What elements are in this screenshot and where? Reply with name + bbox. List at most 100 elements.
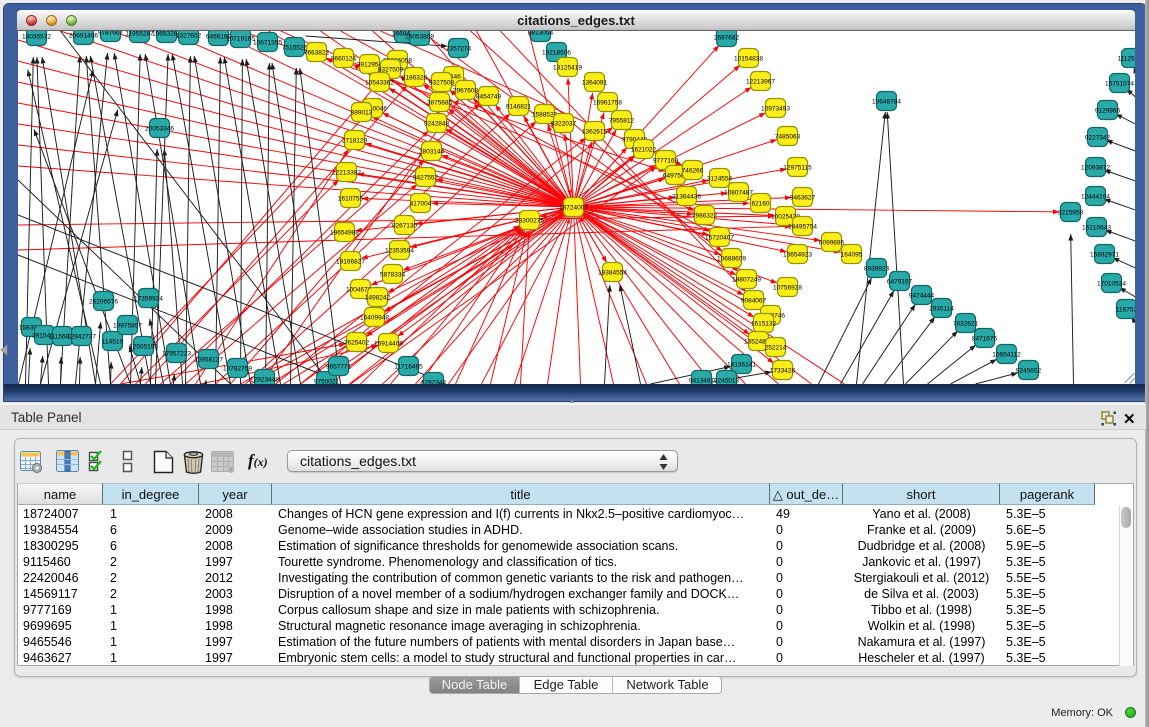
svg-text:16409948: 16409948 (360, 315, 389, 322)
svg-text:12942737: 12942737 (67, 334, 96, 341)
svg-text:2803144: 2803144 (418, 149, 444, 156)
svg-text:7357274: 7357274 (445, 46, 471, 53)
svg-text:10756928: 10756928 (773, 285, 802, 292)
svg-text:10719185: 10719185 (226, 36, 255, 43)
svg-text:8938923: 8938923 (863, 266, 889, 273)
svg-text:9474444: 9474444 (908, 293, 934, 300)
svg-text:9427552: 9427552 (412, 175, 438, 182)
svg-text:2687682: 2687682 (713, 35, 739, 42)
svg-text:16210643: 16210643 (1082, 225, 1111, 232)
svg-text:3875685: 3875685 (426, 100, 452, 107)
svg-text:15751074: 15751074 (1105, 81, 1134, 88)
svg-text:8471676: 8471676 (971, 336, 997, 343)
svg-text:9657771: 9657771 (325, 364, 351, 371)
svg-text:1733426: 1733426 (769, 368, 795, 375)
svg-text:9245013: 9245013 (713, 378, 739, 385)
svg-text:18724007: 18724007 (559, 205, 588, 212)
svg-text:12505195: 12505195 (129, 344, 158, 351)
svg-text:9227342: 9227342 (1084, 135, 1110, 142)
svg-text:5878334: 5878334 (379, 272, 405, 279)
svg-text:11125419: 11125419 (1117, 56, 1135, 63)
svg-text:7986322: 7986322 (691, 213, 717, 220)
svg-text:20691406: 20691406 (69, 33, 98, 40)
svg-text:13654923: 13654923 (783, 252, 812, 259)
svg-text:10782759: 10782759 (223, 366, 252, 373)
svg-text:11716485: 11716485 (394, 364, 423, 371)
svg-text:9242848: 9242848 (423, 121, 449, 128)
svg-text:6099695: 6099695 (818, 240, 844, 247)
svg-text:9750021: 9750021 (313, 379, 339, 385)
svg-text:7625402: 7625402 (343, 340, 369, 347)
svg-text:1364091: 1364091 (581, 80, 607, 87)
svg-text:1292344: 1292344 (420, 380, 446, 385)
svg-text:21364436: 21364436 (672, 194, 701, 201)
svg-text:114519: 114519 (101, 339, 123, 346)
svg-text:15720407: 15720407 (705, 235, 734, 242)
svg-text:19654988: 19654988 (330, 230, 359, 237)
svg-text:7955812: 7955812 (608, 118, 634, 125)
svg-text:12353594: 12353594 (385, 248, 414, 255)
svg-text:10688609: 10688609 (717, 256, 746, 263)
svg-text:9245652: 9245652 (1015, 368, 1041, 375)
svg-text:252214: 252214 (764, 345, 786, 352)
svg-text:19218506: 19218506 (542, 50, 571, 57)
svg-text:12093872: 12093872 (1081, 165, 1110, 172)
svg-text:12975115: 12975115 (783, 165, 812, 172)
svg-text:10975857: 10975857 (113, 323, 142, 330)
svg-text:417004: 417004 (409, 201, 431, 208)
svg-text:62160: 62160 (751, 201, 769, 208)
svg-text:1610755: 1610755 (337, 196, 363, 203)
svg-text:9777169: 9777169 (652, 158, 678, 165)
svg-text:18807249: 18807249 (732, 277, 761, 284)
svg-text:7632621: 7632621 (952, 321, 978, 328)
svg-text:12213382: 12213382 (332, 170, 361, 177)
svg-text:9787667: 9787667 (97, 31, 123, 37)
svg-text:10973493: 10973493 (761, 106, 790, 113)
svg-text:8186328: 8186328 (401, 75, 427, 82)
svg-text:3215958: 3215958 (1057, 210, 1083, 217)
svg-text:13125419: 13125419 (553, 65, 582, 72)
svg-text:2967608: 2967608 (452, 88, 478, 95)
svg-text:10154838: 10154838 (734, 56, 763, 63)
svg-text:9413487: 9413487 (688, 378, 714, 385)
svg-text:12444194: 12444194 (1081, 194, 1110, 201)
svg-text:8813054: 8813054 (527, 31, 553, 37)
svg-text:9146821: 9146821 (505, 104, 531, 111)
svg-text:746266: 746266 (681, 168, 703, 175)
svg-text:164095: 164095 (840, 252, 862, 259)
svg-text:2718129: 2718129 (341, 138, 367, 145)
svg-text:12923448: 12923448 (250, 377, 279, 384)
svg-text:19384554: 19384554 (598, 270, 627, 277)
svg-text:10654112: 10654112 (992, 352, 1021, 359)
svg-text:17957223: 17957223 (162, 351, 191, 358)
svg-text:6479197: 6479197 (886, 279, 912, 286)
svg-text:16914409: 16914409 (374, 341, 403, 348)
svg-text:116753: 116753 (1115, 307, 1135, 314)
svg-text:1498242: 1498242 (364, 295, 390, 302)
svg-text:17359924: 17359924 (134, 296, 163, 303)
svg-text:10671355: 10671355 (253, 40, 282, 47)
svg-text:8322037: 8322037 (550, 121, 576, 128)
svg-text:1621022: 1621022 (630, 147, 656, 154)
svg-text:26206576: 26206576 (89, 299, 118, 306)
svg-text:10543362: 10543362 (365, 80, 394, 87)
svg-text:16961758: 16961758 (593, 100, 622, 107)
svg-text:8660124: 8660124 (330, 56, 356, 63)
svg-text:20053346: 20053346 (145, 126, 174, 133)
svg-text:8267130: 8267130 (391, 223, 417, 230)
svg-text:17010534: 17010534 (1097, 281, 1126, 288)
svg-text:989013: 989013 (350, 110, 372, 117)
svg-text:15692971: 15692971 (1090, 252, 1119, 259)
svg-text:9129966: 9129966 (1094, 108, 1120, 115)
svg-text:3124554: 3124554 (706, 176, 732, 183)
svg-text:8454749: 8454749 (475, 94, 501, 101)
svg-text:9327508: 9327508 (428, 80, 454, 87)
svg-text:1362615: 1362615 (581, 129, 607, 136)
svg-text:10648784: 10648784 (872, 99, 901, 106)
svg-text:1615132: 1615132 (750, 321, 776, 328)
svg-text:10958127: 10958127 (194, 357, 223, 364)
svg-text:16053809: 16053809 (405, 34, 434, 41)
svg-text:7663822: 7663822 (303, 50, 329, 57)
svg-text:23300275: 23300275 (515, 218, 544, 225)
svg-text:9463627: 9463627 (789, 195, 815, 202)
